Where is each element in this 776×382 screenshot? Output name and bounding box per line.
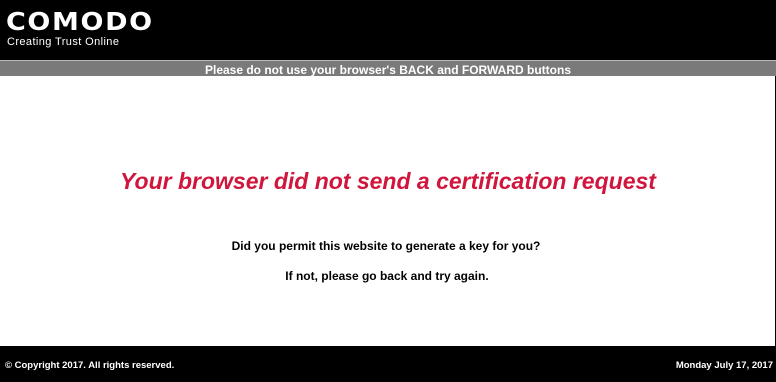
comodo-logo: COMODO — [6, 7, 154, 36]
error-title: Your browser did not send a certificatio… — [120, 168, 656, 194]
retry-instruction: If not, please go back and try again. — [285, 269, 489, 283]
navigation-warning-bar: Please do not use your browser's BACK an… — [0, 60, 776, 77]
key-generation-question: Did you permit this website to generate … — [231, 239, 541, 253]
copyright-text: © Copyright 2017. All rights reserved. — [5, 360, 175, 371]
logo-tagline: Creating Trust Online — [7, 36, 120, 48]
main-content: Your browser did not send a certificatio… — [0, 76, 775, 346]
navigation-warning-text: Please do not use your browser's BACK an… — [204, 63, 571, 77]
page-header: COMODO Creating Trust Online — [0, 0, 776, 60]
page-footer: © Copyright 2017. All rights reserved. M… — [0, 346, 776, 382]
current-date: Monday July 17, 2017 — [675, 360, 773, 371]
